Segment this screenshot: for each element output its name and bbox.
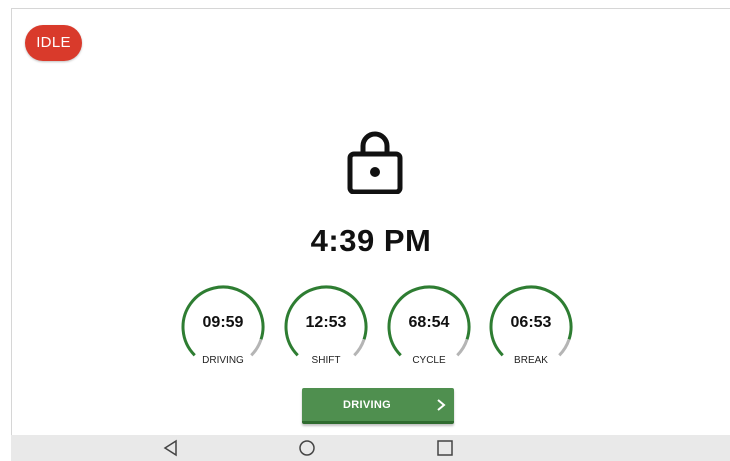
driving-button-label: DRIVING (343, 399, 391, 411)
timer-label: DRIVING (202, 355, 244, 366)
app-screen: IDLE 4:39 PM 09:59 DRIVING 12:53 SHIFT 6… (11, 8, 730, 435)
timer-label: BREAK (514, 355, 548, 366)
back-triangle-icon[interactable] (161, 439, 181, 457)
timer-remaining-arc (456, 338, 469, 357)
current-time: 4:39 PM (310, 223, 432, 258)
timer-remaining-arc (353, 338, 366, 357)
timer-remaining-arc (250, 338, 263, 357)
lock-icon (347, 131, 403, 194)
chevron-right-icon (437, 399, 446, 411)
recents-square-icon[interactable] (435, 439, 455, 457)
timer-value: 12:53 (305, 314, 347, 331)
timer-cycle[interactable]: 68:54 CYCLE (385, 283, 473, 371)
timer-label: SHIFT (311, 355, 341, 366)
timer-value: 68:54 (408, 314, 450, 331)
driving-button[interactable]: DRIVING (302, 388, 454, 424)
timer-remaining-arc (558, 338, 571, 357)
timer-break[interactable]: 06:53 BREAK (487, 283, 575, 371)
timer-value: 09:59 (202, 314, 244, 331)
timer-shift[interactable]: 12:53 SHIFT (282, 283, 370, 371)
timer-value: 06:53 (510, 314, 552, 331)
system-navigation-bar (11, 435, 730, 461)
timer-label: CYCLE (412, 355, 446, 366)
hos-timers: 09:59 DRIVING 12:53 SHIFT 68:54 CYCLE 06… (179, 283, 579, 373)
status-badge[interactable]: IDLE (25, 25, 82, 61)
timer-driving[interactable]: 09:59 DRIVING (179, 283, 267, 371)
home-circle-icon[interactable] (297, 439, 317, 457)
